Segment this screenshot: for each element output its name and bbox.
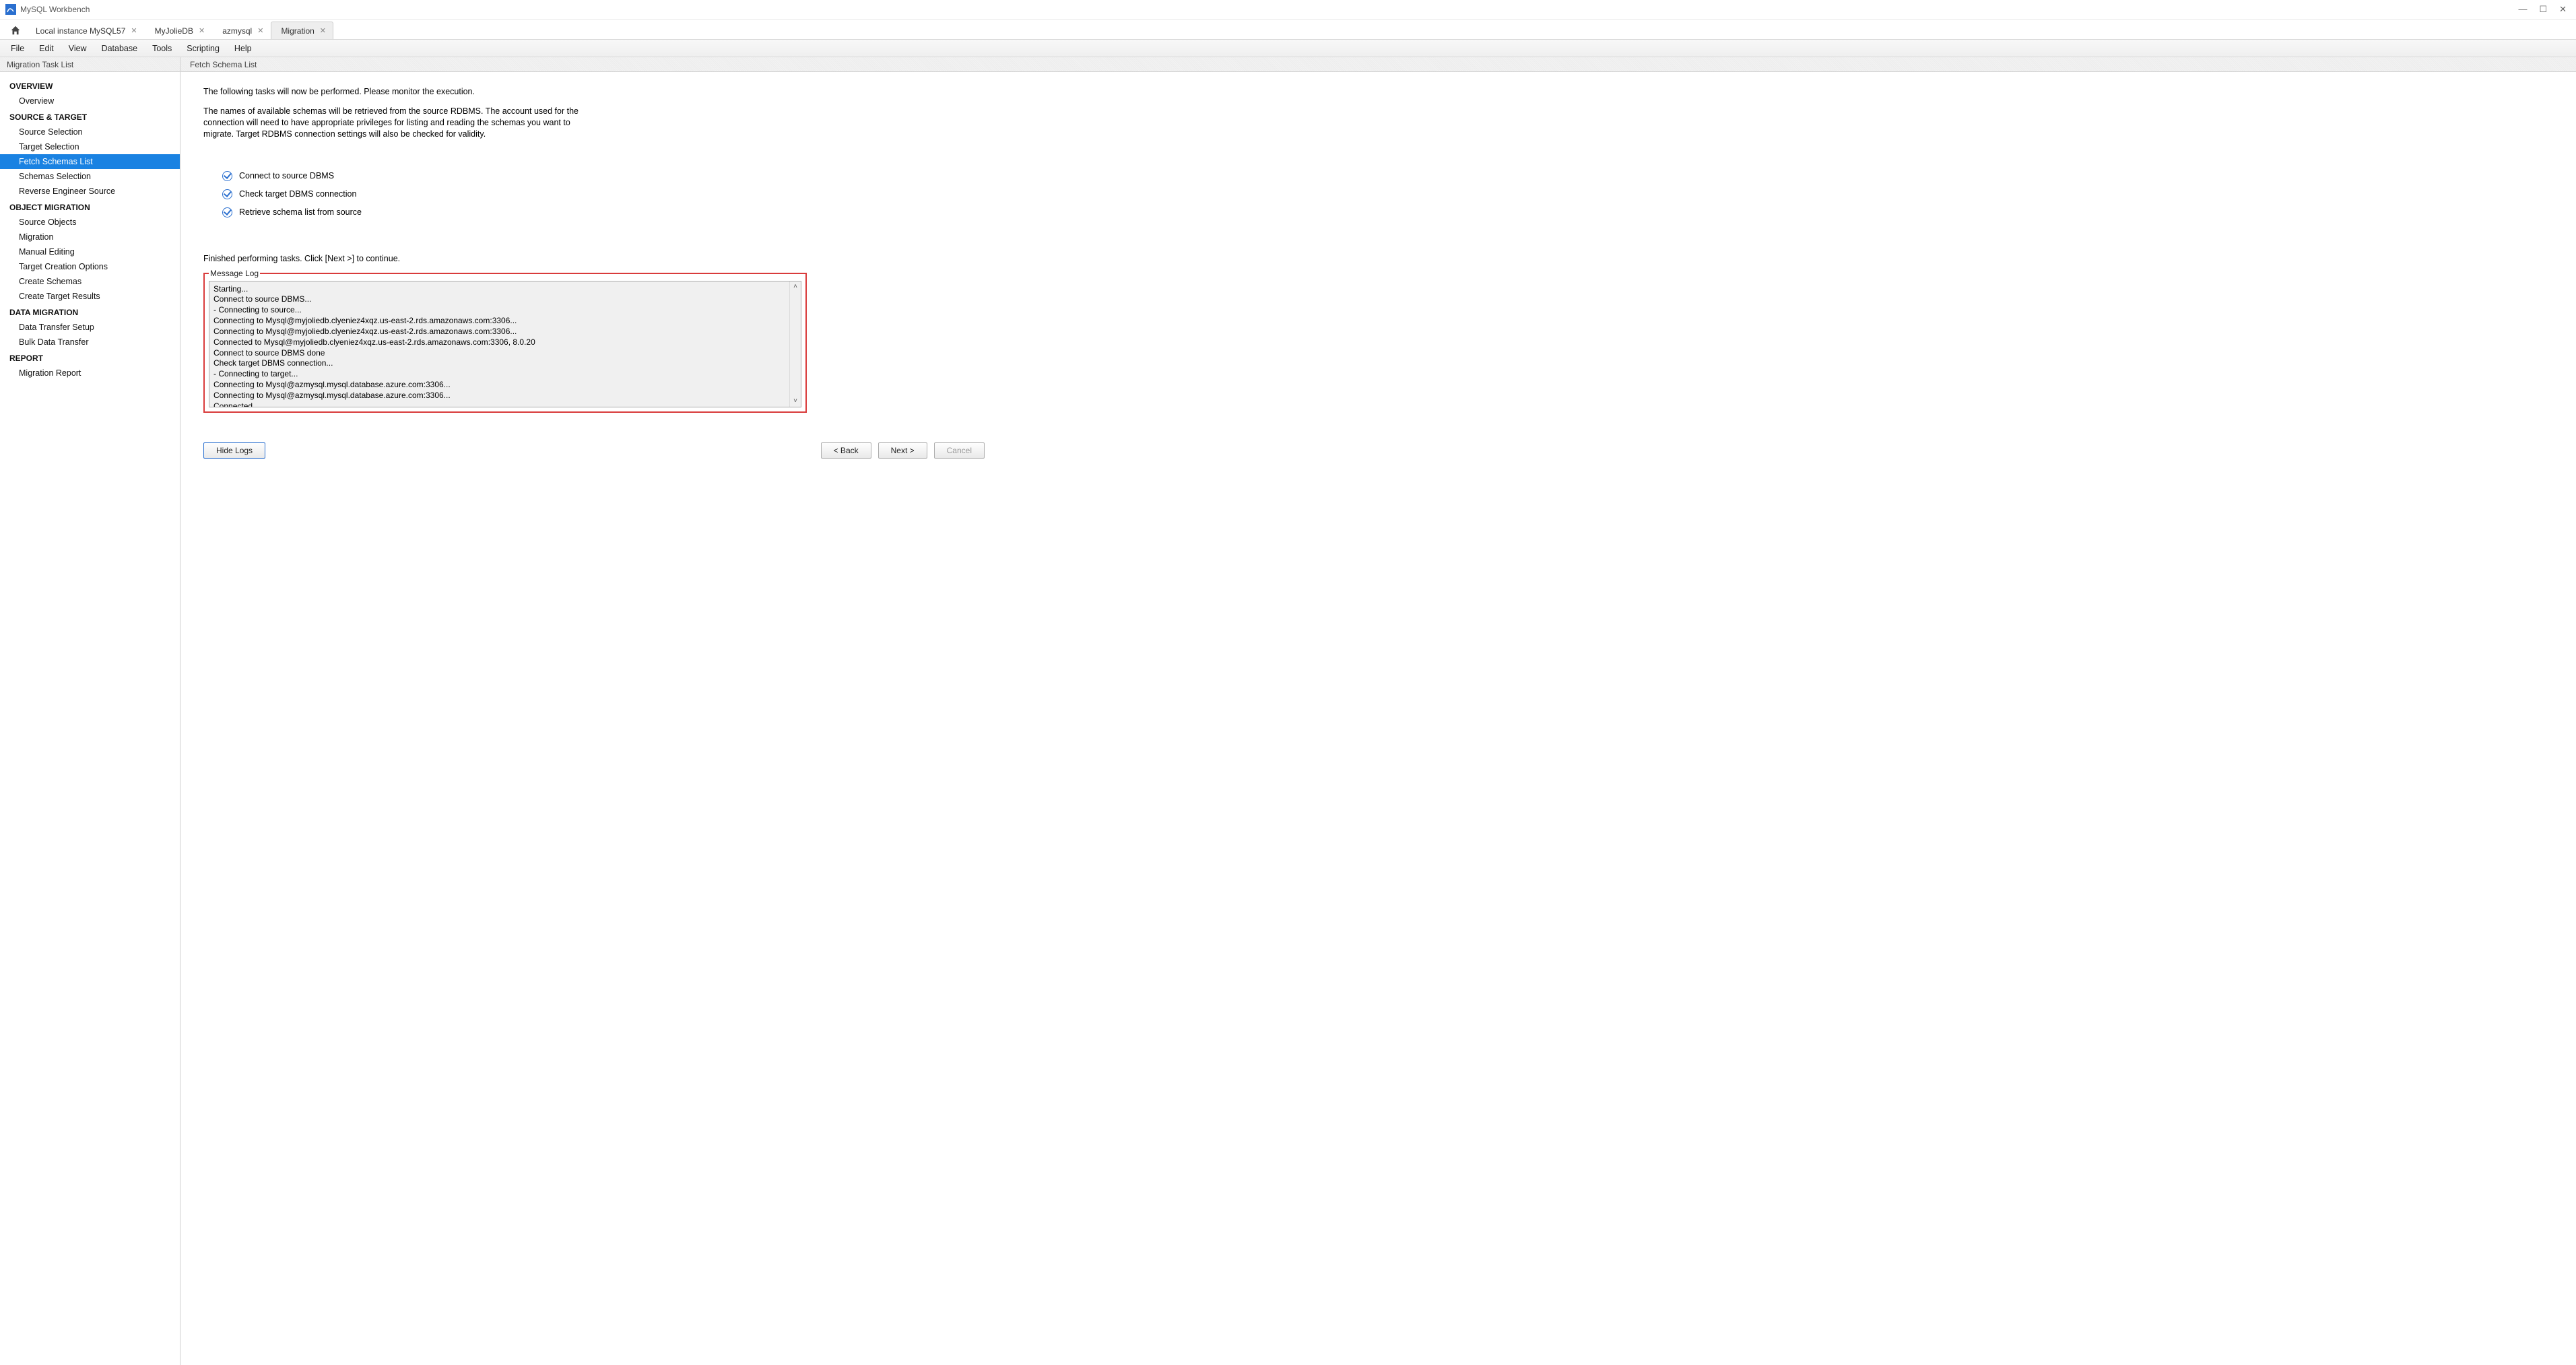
finished-text: Finished performing tasks. Click [Next >… xyxy=(203,254,2536,263)
next-button[interactable]: Next > xyxy=(878,442,927,459)
menu-database[interactable]: Database xyxy=(95,42,145,55)
migration-task-list: OVERVIEW Overview SOURCE & TARGET Source… xyxy=(0,72,180,1365)
menu-edit[interactable]: Edit xyxy=(32,42,61,55)
sidebar-item-migration[interactable]: Migration xyxy=(0,230,180,244)
check-icon xyxy=(222,207,232,218)
menu-scripting[interactable]: Scripting xyxy=(180,42,226,55)
log-line: Connect to source DBMS done xyxy=(213,348,797,359)
button-row: Hide Logs < Back Next > Cancel xyxy=(203,442,985,459)
sidebar-item-create-schemas[interactable]: Create Schemas xyxy=(0,274,180,289)
tab-label: Local instance MySQL57 xyxy=(36,26,125,36)
sidebar-item-source-selection[interactable]: Source Selection xyxy=(0,125,180,139)
hide-logs-button[interactable]: Hide Logs xyxy=(203,442,265,459)
sidebar-item-source-objects[interactable]: Source Objects xyxy=(0,215,180,230)
sidebar-item-overview[interactable]: Overview xyxy=(0,94,180,108)
scrollbar[interactable]: ˄ ˅ xyxy=(789,281,801,407)
log-line: Check target DBMS connection... xyxy=(213,358,797,369)
sidebar-heading-data-migration: DATA MIGRATION xyxy=(0,304,180,320)
close-icon[interactable]: ✕ xyxy=(2559,4,2567,15)
tab-myjoliedb[interactable]: MyJolieDB ✕ xyxy=(145,22,213,39)
sidebar-heading-object-migration: OBJECT MIGRATION xyxy=(0,199,180,215)
close-icon[interactable]: ✕ xyxy=(320,26,326,35)
log-line: Connect to source DBMS... xyxy=(213,294,797,305)
menu-help[interactable]: Help xyxy=(228,42,259,55)
tab-label: azmysql xyxy=(222,26,252,36)
message-log-frame: Message Log Starting... Connect to sourc… xyxy=(203,269,807,413)
main-header: Fetch Schema List xyxy=(180,57,2576,71)
tab-migration[interactable]: Migration ✕ xyxy=(271,22,333,39)
scroll-up-icon[interactable]: ˄ xyxy=(793,281,797,292)
sidebar-item-fetch-schemas[interactable]: Fetch Schemas List xyxy=(0,154,180,169)
sidebar-item-bulk-data-transfer[interactable]: Bulk Data Transfer xyxy=(0,335,180,349)
task-label: Connect to source DBMS xyxy=(239,171,334,180)
sidebar-heading-report: REPORT xyxy=(0,349,180,366)
task-row: Retrieve schema list from source xyxy=(222,203,2536,222)
log-line: Connecting to Mysql@myjoliedb.clyeniez4x… xyxy=(213,327,797,337)
sidebar-heading-source-target: SOURCE & TARGET xyxy=(0,108,180,125)
main-panel: The following tasks will now be performe… xyxy=(180,72,2576,1365)
log-line: Connecting to Mysql@myjoliedb.clyeniez4x… xyxy=(213,316,797,327)
section-header: Migration Task List Fetch Schema List xyxy=(0,57,2576,72)
tab-azmysql[interactable]: azmysql ✕ xyxy=(212,22,271,39)
tab-label: MyJolieDB xyxy=(155,26,193,36)
log-line: - Connecting to source... xyxy=(213,305,797,316)
task-label: Retrieve schema list from source xyxy=(239,207,362,217)
tab-local-instance[interactable]: Local instance MySQL57 ✕ xyxy=(26,22,145,39)
close-icon[interactable]: ✕ xyxy=(131,26,137,35)
menu-tools[interactable]: Tools xyxy=(145,42,178,55)
tab-bar: Local instance MySQL57 ✕ MyJolieDB ✕ azm… xyxy=(0,20,2576,40)
back-button[interactable]: < Back xyxy=(821,442,871,459)
close-icon[interactable]: ✕ xyxy=(257,26,263,35)
log-line: Connecting to Mysql@azmysql.mysql.databa… xyxy=(213,391,797,401)
log-line: Connected xyxy=(213,401,797,407)
check-icon xyxy=(222,171,232,181)
sidebar-item-create-target-results[interactable]: Create Target Results xyxy=(0,289,180,304)
sidebar-item-manual-editing[interactable]: Manual Editing xyxy=(0,244,180,259)
task-row: Check target DBMS connection xyxy=(222,185,2536,203)
sidebar-item-schemas-selection[interactable]: Schemas Selection xyxy=(0,169,180,184)
cancel-button[interactable]: Cancel xyxy=(934,442,985,459)
window-controls: — ☐ ✕ xyxy=(2518,4,2567,15)
log-line: Starting... xyxy=(213,284,797,295)
task-label: Check target DBMS connection xyxy=(239,189,356,199)
sidebar-header: Migration Task List xyxy=(0,57,180,71)
content: OVERVIEW Overview SOURCE & TARGET Source… xyxy=(0,72,2576,1365)
sidebar-item-target-creation[interactable]: Target Creation Options xyxy=(0,259,180,274)
log-line: Connecting to Mysql@azmysql.mysql.databa… xyxy=(213,380,797,391)
sidebar-heading-overview: OVERVIEW xyxy=(0,77,180,94)
sidebar-item-migration-report[interactable]: Migration Report xyxy=(0,366,180,380)
intro-text-2: The names of available schemas will be r… xyxy=(203,106,581,140)
message-log-legend: Message Log xyxy=(209,269,260,278)
intro-text-1: The following tasks will now be performe… xyxy=(203,87,2536,96)
sidebar-item-target-selection[interactable]: Target Selection xyxy=(0,139,180,154)
titlebar: MySQL Workbench — ☐ ✕ xyxy=(0,0,2576,20)
tab-label: Migration xyxy=(281,26,314,36)
sidebar-item-reverse-engineer[interactable]: Reverse Engineer Source xyxy=(0,184,180,199)
scroll-down-icon[interactable]: ˅ xyxy=(793,396,797,406)
log-line: Connected to Mysql@myjoliedb.clyeniez4xq… xyxy=(213,337,797,348)
maximize-icon[interactable]: ☐ xyxy=(2539,4,2547,15)
check-icon xyxy=(222,189,232,199)
menu-file[interactable]: File xyxy=(4,42,31,55)
log-line: - Connecting to target... xyxy=(213,369,797,380)
message-log[interactable]: Starting... Connect to source DBMS... - … xyxy=(209,281,801,407)
app-icon xyxy=(5,4,16,15)
window-title: MySQL Workbench xyxy=(20,5,2518,14)
task-row: Connect to source DBMS xyxy=(222,167,2536,185)
close-icon[interactable]: ✕ xyxy=(199,26,205,35)
menu-bar: File Edit View Database Tools Scripting … xyxy=(0,40,2576,57)
minimize-icon[interactable]: — xyxy=(2518,4,2527,15)
task-list: Connect to source DBMS Check target DBMS… xyxy=(222,167,2536,222)
sidebar-item-data-transfer-setup[interactable]: Data Transfer Setup xyxy=(0,320,180,335)
home-tab[interactable] xyxy=(5,22,26,39)
menu-view[interactable]: View xyxy=(62,42,94,55)
